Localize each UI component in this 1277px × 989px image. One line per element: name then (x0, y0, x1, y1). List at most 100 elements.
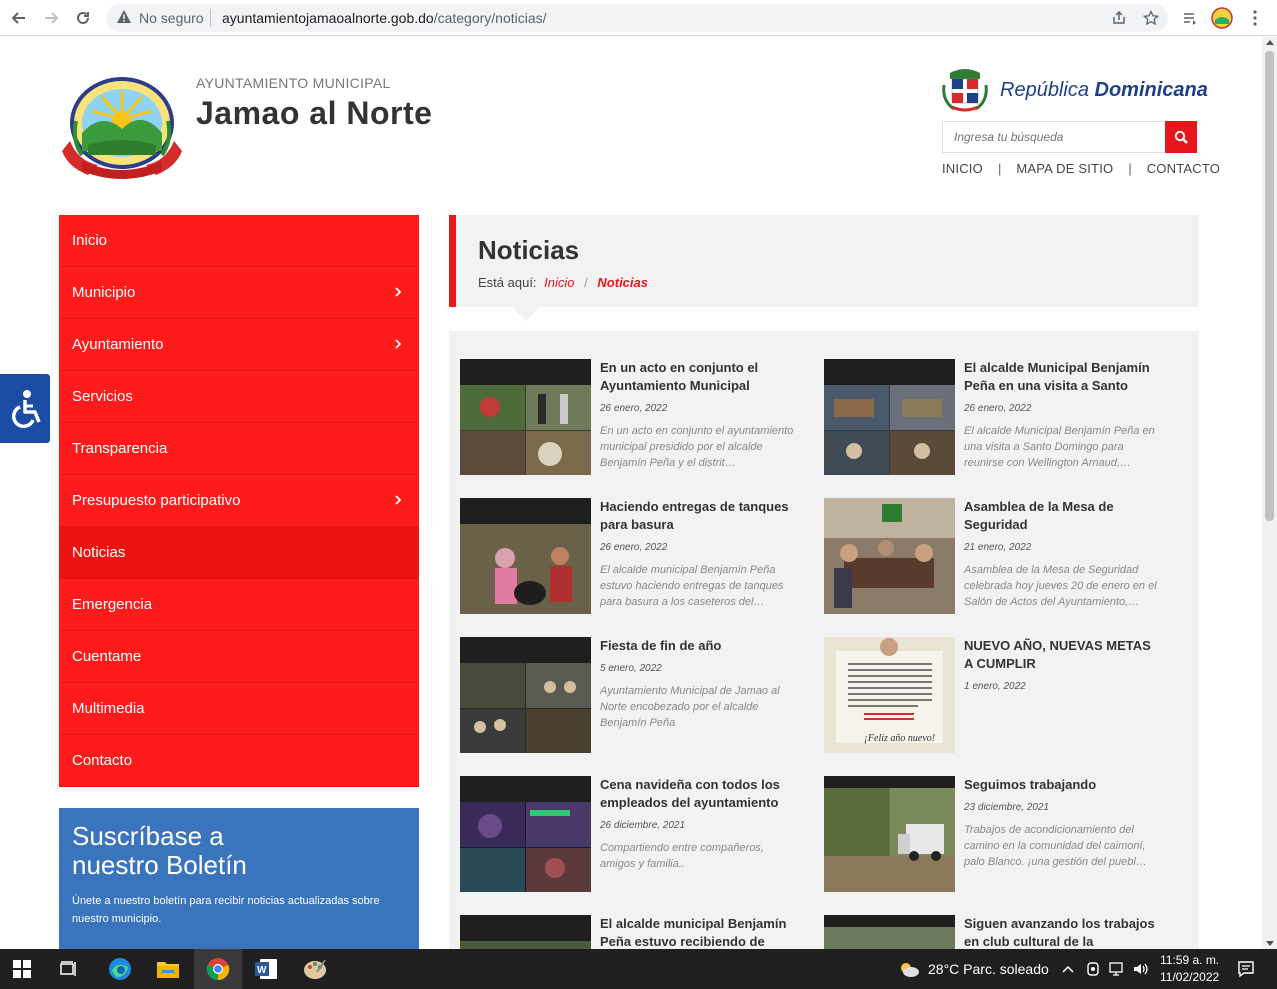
menu-item-multimedia[interactable]: Multimedia (59, 683, 419, 735)
edge-browser-icon[interactable] (106, 955, 134, 983)
menu-item-municipio[interactable]: Municipio (59, 267, 419, 319)
menu-item-noticias[interactable]: Noticias (59, 527, 419, 579)
page-header: Noticias Está aquí: Inicio / Noticias (449, 215, 1199, 307)
menu-item-servicios[interactable]: Servicios (59, 371, 419, 423)
post-thumbnail[interactable] (824, 498, 955, 614)
post-title[interactable]: Siguen avanzando los trabajos en club cu… (964, 915, 1159, 949)
meet-now-icon[interactable] (1082, 955, 1104, 983)
post-thumbnail[interactable] (460, 915, 591, 949)
post-title[interactable]: Cena navideña con todos los empleados de… (600, 776, 795, 812)
post-date: 26 enero, 2022 (964, 403, 1032, 414)
top-link-mapa-de-sitio[interactable]: MAPA DE SITIO (1016, 161, 1113, 176)
news-post[interactable]: El alcalde Municipal Benjamín Peña en un… (824, 359, 1174, 479)
menu-item-label: Multimedia (72, 700, 145, 717)
profile-avatar-icon[interactable] (1210, 6, 1234, 30)
post-date: 21 enero, 2022 (964, 542, 1032, 553)
search-button[interactable] (1165, 121, 1197, 153)
scroll-down-arrow[interactable] (1266, 941, 1274, 946)
menu-item-label: Cuentame (72, 648, 142, 665)
share-icon[interactable] (1109, 8, 1129, 28)
news-post[interactable]: Siguen avanzando los trabajos en club cu… (824, 915, 1174, 949)
page-scrollbar[interactable] (1262, 37, 1277, 949)
post-title[interactable]: NUEVO AÑO, NUEVAS METAS A CUMPLIR (964, 637, 1159, 673)
task-view-icon[interactable] (55, 955, 83, 983)
post-title[interactable]: Haciendo entregas de tanques para basura (600, 498, 795, 534)
news-post[interactable]: Haciendo entregas de tanques para basura… (460, 498, 810, 618)
word-app-icon[interactable]: W (252, 955, 280, 983)
menu-item-transparencia[interactable]: Transparencia (59, 423, 419, 475)
menu-item-inicio[interactable]: Inicio (59, 215, 419, 267)
post-title[interactable]: Seguimos trabajando (964, 776, 1159, 794)
back-arrow-icon[interactable] (7, 6, 31, 30)
file-explorer-icon[interactable] (154, 955, 182, 983)
post-thumbnail[interactable] (460, 776, 591, 892)
windows-taskbar: W 28°C Parc. soleado 11:59 a. m. 11/02/2… (0, 949, 1277, 989)
menu-item-contacto[interactable]: Contacto (59, 735, 419, 787)
republica-dominicana-label[interactable]: República Dominicana (1000, 79, 1208, 102)
post-excerpt: Trabajos de acondicionamiento del camino… (964, 824, 1147, 868)
menu-item-cuentame[interactable]: Cuentame (59, 631, 419, 683)
url-text[interactable]: ayuntamientojamaoalnorte.gob.do/category… (222, 10, 547, 26)
weather-text[interactable]: 28°C Parc. soleado (928, 961, 1049, 977)
post-thumbnail[interactable] (460, 637, 591, 753)
post-title[interactable]: Fiesta de fin de año (600, 637, 795, 655)
post-excerpt: En un acto en conjunto el ayuntamiento m… (600, 425, 794, 469)
post-thumbnail[interactable] (824, 359, 955, 475)
post-thumbnail[interactable] (824, 915, 955, 949)
star-icon[interactable] (1141, 8, 1161, 28)
news-post[interactable]: Asamblea de la Mesa de Seguridad 21 ener… (824, 498, 1174, 618)
news-post[interactable]: Fiesta de fin de año 5 enero, 2022 Ayunt… (460, 637, 810, 757)
breadcrumb-home-link[interactable]: Inicio (544, 275, 574, 290)
clock-date[interactable]: 11/02/2022 (1160, 970, 1219, 984)
top-link-inicio[interactable]: INICIO (942, 161, 983, 176)
menu-item-label: Servicios (72, 388, 133, 405)
menu-dots-icon[interactable] (1243, 6, 1267, 30)
top-link-contacto[interactable]: CONTACTO (1147, 161, 1220, 176)
news-post[interactable]: Cena navideña con todos los empleados de… (460, 776, 810, 896)
reading-list-icon[interactable] (1178, 6, 1202, 30)
thumbnail-caption: ¡Feliz año nuevo! (864, 733, 935, 744)
chevron-right-icon (395, 339, 402, 349)
notifications-icon[interactable] (1232, 955, 1260, 983)
post-title[interactable]: En un acto en conjunto el Ayuntamiento M… (600, 359, 795, 395)
menu-item-presupuesto-participativo[interactable]: Presupuesto participativo (59, 475, 419, 527)
accessibility-button[interactable] (0, 374, 50, 443)
chevron-up-icon[interactable] (1058, 955, 1078, 983)
forward-arrow-icon[interactable] (39, 6, 63, 30)
reload-icon[interactable] (71, 6, 95, 30)
news-post[interactable]: ¡Feliz año nuevo! NUEVO AÑO, NUEVAS META… (824, 637, 1174, 757)
post-date: 1 enero, 2022 (964, 681, 1026, 692)
news-post[interactable]: El alcalde municipal Benjamín Peña estuv… (460, 915, 810, 949)
clock-time[interactable]: 11:59 a. m. (1160, 953, 1219, 967)
news-post[interactable]: Seguimos trabajando 23 diciembre, 2021 T… (824, 776, 1174, 896)
volume-icon[interactable] (1130, 955, 1152, 983)
chrome-browser-icon[interactable] (204, 955, 232, 983)
address-bar[interactable]: No seguro ayuntamientojamaoalnorte.gob.d… (106, 4, 1168, 32)
municipal-seal-logo[interactable] (58, 71, 186, 183)
menu-item-emergencia[interactable]: Emergencia (59, 579, 419, 631)
post-thumbnail[interactable] (824, 776, 955, 892)
scrollbar-thumb[interactable] (1265, 51, 1274, 521)
newsletter-title: Suscríbase a nuestro Boletín (72, 821, 247, 880)
menu-item-ayuntamiento[interactable]: Ayuntamiento (59, 319, 419, 371)
news-post[interactable]: En un acto en conjunto el Ayuntamiento M… (460, 359, 810, 479)
post-title[interactable]: El alcalde Municipal Benjamín Peña en un… (964, 359, 1159, 395)
post-thumbnail[interactable] (460, 359, 591, 475)
url-domain: ayuntamientojamaoalnorte.gob.do (222, 10, 434, 26)
post-date: 5 enero, 2022 (600, 663, 662, 674)
paint-app-icon[interactable] (301, 955, 329, 983)
security-label[interactable]: No seguro (139, 10, 204, 26)
site-title[interactable]: Jamao al Norte (196, 95, 432, 132)
newsletter-text: Únete a nuestro boletín para recibir not… (72, 895, 380, 925)
network-icon[interactable] (1106, 955, 1128, 983)
post-title[interactable]: El alcalde municipal Benjamín Peña estuv… (600, 915, 795, 949)
search-input[interactable] (943, 122, 1165, 152)
windows-start-icon[interactable] (8, 955, 36, 983)
dominican-republic-shield-logo[interactable] (940, 65, 990, 115)
scroll-up-arrow[interactable] (1266, 40, 1274, 45)
post-thumbnail[interactable]: ¡Feliz año nuevo! (824, 637, 955, 753)
breadcrumb-prefix: Está aquí: (478, 275, 537, 290)
post-title[interactable]: Asamblea de la Mesa de Seguridad (964, 498, 1159, 534)
post-thumbnail[interactable] (460, 498, 591, 614)
weather-icon[interactable] (895, 955, 923, 983)
